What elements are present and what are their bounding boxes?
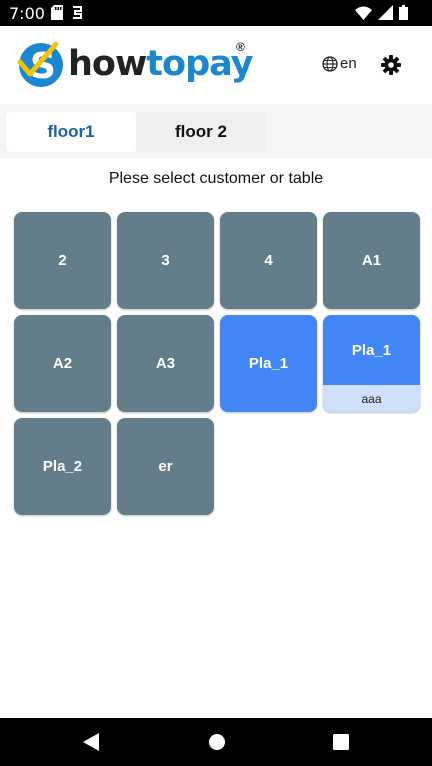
sync-icon: [73, 6, 82, 19]
registered-mark: ®: [236, 40, 245, 54]
table-tile[interactable]: A2: [14, 315, 111, 412]
howtopay-logo: S howtopay ®: [16, 40, 254, 88]
signal-icon: [378, 5, 393, 20]
table-tile-customer: aaa: [323, 385, 420, 412]
table-tile[interactable]: Pla_2: [14, 418, 111, 515]
home-icon[interactable]: [208, 733, 226, 751]
sd-card-icon: [51, 5, 63, 20]
back-icon[interactable]: [83, 733, 99, 751]
language-button[interactable]: en: [322, 55, 357, 72]
app-header: S howtopay ® en: [0, 26, 432, 104]
logo-wordmark: howtopay: [68, 44, 254, 84]
table-tile-occupied[interactable]: Pla_1 aaa: [323, 315, 420, 412]
navigation-bar: [0, 718, 432, 766]
language-label: en: [340, 55, 357, 72]
tab-floor1[interactable]: floor1: [6, 112, 136, 152]
battery-icon: [399, 5, 408, 20]
globe-icon: [322, 55, 338, 72]
gear-icon: [381, 55, 401, 75]
table-tile[interactable]: 4: [220, 212, 317, 309]
status-time: 7:00: [9, 4, 45, 23]
table-tile[interactable]: A1: [323, 212, 420, 309]
table-tile-occupied[interactable]: Pla_1: [220, 315, 317, 412]
select-prompt: Plese select customer or table: [108, 170, 324, 187]
status-bar: 7:00: [0, 0, 432, 26]
table-tile-label: Pla_1: [351, 341, 392, 359]
table-tile[interactable]: 2: [14, 212, 111, 309]
logo-mark-icon: S: [17, 41, 63, 87]
table-tile[interactable]: 3: [117, 212, 214, 309]
recents-icon[interactable]: [333, 734, 349, 750]
tab-floor2[interactable]: floor 2: [136, 112, 266, 152]
floor-tabs: floor1 floor 2: [0, 104, 432, 158]
table-tile[interactable]: er: [117, 418, 214, 515]
settings-button[interactable]: [380, 54, 402, 76]
wifi-icon: [355, 6, 372, 20]
table-tile[interactable]: A3: [117, 315, 214, 412]
